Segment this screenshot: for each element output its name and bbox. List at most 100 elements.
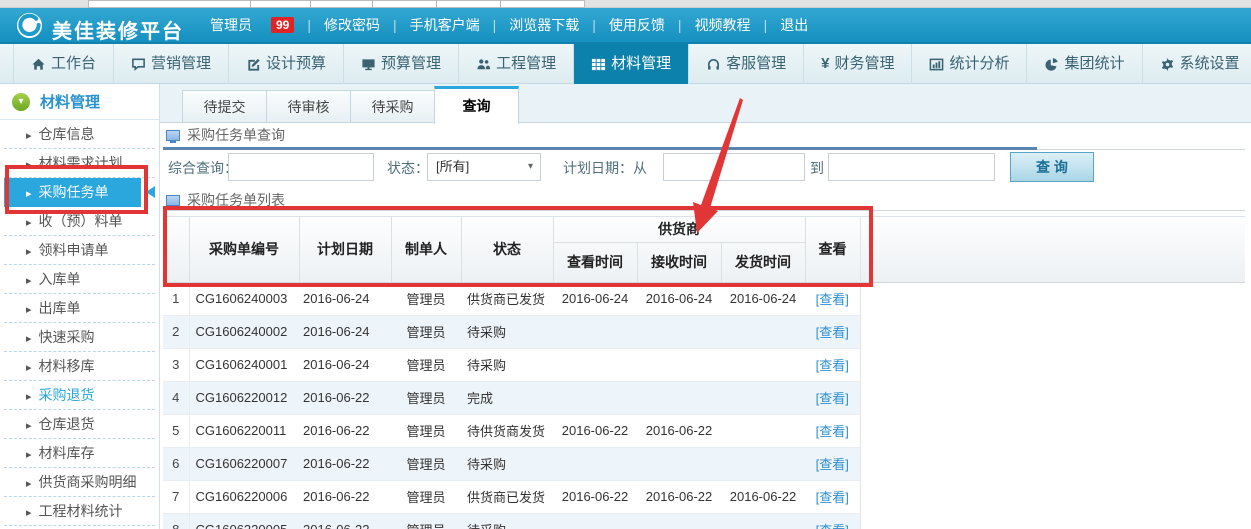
- view-link[interactable]: [查看]: [816, 325, 849, 340]
- sidebar: ▾ 材料管理 ▸仓库信息▸材料需求计划▸采购任务单▸收（预）料单▸领料申请单▸入…: [0, 84, 160, 529]
- cell-ship-time: [721, 447, 805, 480]
- view-link[interactable]: [查看]: [816, 358, 849, 373]
- headset-icon: [706, 57, 721, 72]
- sidebar-item-label: 供货商采购明细: [39, 474, 137, 490]
- view-link[interactable]: [查看]: [816, 457, 849, 472]
- status-label: 状态：: [387, 158, 429, 178]
- view-link[interactable]: [查看]: [816, 391, 849, 406]
- tab-pending-review[interactable]: 待审核: [266, 90, 351, 123]
- nav-item-label: 系统设置: [1180, 44, 1240, 84]
- monitor-icon: [361, 57, 376, 72]
- browser-tick: [500, 0, 501, 8]
- nav-item-engineering[interactable]: 工程管理: [459, 44, 574, 84]
- topbar-link[interactable]: 修改密码: [324, 15, 380, 35]
- sidebar-item-label: 仓库退货: [39, 416, 95, 432]
- nav-item-design-budget[interactable]: 设计预算: [229, 44, 344, 84]
- sidebar-item-label: 仓库信息: [39, 126, 95, 142]
- cell-view-time: [553, 315, 637, 348]
- cell-action: [查看]: [805, 447, 860, 480]
- cell-view-time: 2016-06-22: [553, 414, 637, 447]
- status-select[interactable]: [所有] ▾: [427, 153, 541, 181]
- col-code: 采购单编号: [189, 216, 299, 282]
- sidebar-item-warehouse-info[interactable]: ▸仓库信息: [4, 120, 155, 149]
- date-from-input[interactable]: [663, 153, 805, 181]
- topbar-link[interactable]: 手机客户端: [410, 15, 480, 35]
- sidebar-item-supplier-purchase-detail[interactable]: ▸ 供货商采购明细: [4, 468, 155, 497]
- nav-item-materials[interactable]: 材料管理: [574, 44, 689, 84]
- cell-view-time: 2016-06-22: [553, 480, 637, 513]
- topbar-link[interactable]: 退出: [780, 15, 808, 35]
- tab-pending-purchase[interactable]: 待采购: [350, 90, 435, 123]
- tab-pending-submit[interactable]: 待提交: [182, 90, 267, 123]
- nav-item-label: 预算管理: [381, 44, 441, 84]
- cell-maker: 管理员: [391, 480, 461, 513]
- date-to-input[interactable]: [828, 153, 995, 181]
- search-button[interactable]: 查 询: [1010, 152, 1094, 182]
- list-underline: [163, 210, 1245, 211]
- sidebar-header[interactable]: ▾ 材料管理: [0, 84, 159, 120]
- sidebar-item-purchase-task[interactable]: ▸采购任务单: [4, 178, 141, 207]
- bullet-icon: ▸: [26, 362, 32, 374]
- sidebar-item-material-request[interactable]: ▸领料申请单: [4, 236, 155, 265]
- cell-maker: 管理员: [391, 414, 461, 447]
- nav-item-workbench[interactable]: 工作台: [13, 44, 114, 84]
- grid-icon: [591, 57, 606, 72]
- sidebar-item-quick-purchase[interactable]: ▸快速采购: [4, 323, 155, 352]
- pie-icon: [1044, 57, 1059, 72]
- nav-item-group-stats[interactable]: 集团统计: [1027, 44, 1142, 84]
- nav-item-statistics[interactable]: 统计分析: [912, 44, 1027, 84]
- sidebar-item-receive-material[interactable]: ▸收（预）料单: [4, 207, 155, 236]
- view-link[interactable]: [查看]: [816, 292, 849, 307]
- sidebar-item-outbound[interactable]: ▸出库单: [4, 294, 155, 323]
- topbar-link[interactable]: 使用反馈: [609, 15, 665, 35]
- topbar-links: 管理员99 |修改密码|手机客户端|浏览器下载|使用反馈|视频教程|退出: [210, 8, 808, 42]
- cell-status: 待采购: [461, 513, 553, 529]
- cell-code: CG1606240001: [189, 348, 299, 381]
- sidebar-item-warehouse-return[interactable]: ▸仓库退货: [4, 410, 155, 439]
- bullet-icon: ▸: [26, 304, 32, 316]
- sidebar-item-material-transfer[interactable]: ▸材料移库: [4, 352, 155, 381]
- status-select-value: [所有]: [436, 159, 469, 174]
- section-underline: [163, 147, 1037, 150]
- cell-code: CG1606220006: [189, 480, 299, 513]
- edit-icon: [246, 57, 261, 72]
- cell-view-time: 2016-06-24: [553, 282, 637, 315]
- sidebar-item-label: 入库单: [39, 271, 81, 287]
- view-link[interactable]: [查看]: [816, 490, 849, 505]
- cell-plan-date: 2016-06-22: [299, 447, 391, 480]
- user-label[interactable]: 管理员: [210, 15, 252, 35]
- nav-item-customer-service[interactable]: 客服管理: [689, 44, 804, 84]
- cell-status: 供货商已发货: [461, 282, 553, 315]
- cell-ship-time: 2016-06-24: [721, 282, 805, 315]
- sidebar-item-label: 采购任务单: [39, 184, 109, 200]
- view-link[interactable]: [查看]: [816, 523, 849, 529]
- tab-query[interactable]: 查询: [434, 86, 519, 124]
- notification-badge: 99: [271, 17, 294, 33]
- cell-maker: 管理员: [391, 513, 461, 529]
- gear-icon: [1160, 57, 1175, 72]
- cell-action: [查看]: [805, 513, 860, 529]
- bullet-icon: ▸: [26, 478, 32, 490]
- nav-item-marketing[interactable]: 营销管理: [114, 44, 229, 84]
- sidebar-item-inbound[interactable]: ▸ 入库单: [4, 265, 155, 294]
- topbar-link[interactable]: 浏览器下载: [509, 15, 579, 35]
- nav-item-finance[interactable]: ¥财务管理: [804, 44, 912, 84]
- cell-action: [查看]: [805, 315, 860, 348]
- sidebar-item-project-material-stats[interactable]: ▸工程材料统计: [4, 497, 155, 526]
- sidebar-item-label: 快速采购: [39, 329, 95, 345]
- keyword-input[interactable]: [228, 153, 374, 181]
- nav-item-settings[interactable]: 系统设置: [1143, 44, 1251, 84]
- sidebar-item-material-demand-plan[interactable]: ▸材料需求计划: [4, 149, 155, 178]
- view-link[interactable]: [查看]: [816, 424, 849, 439]
- query-section-header: 采购任务单查询: [166, 125, 285, 145]
- bullet-icon: ▸: [26, 275, 32, 287]
- cell-action: [查看]: [805, 381, 860, 414]
- sidebar-item-material-stock[interactable]: ▸材料库存: [4, 439, 155, 468]
- nav-item-budget[interactable]: 预算管理: [344, 44, 459, 84]
- topbar-link[interactable]: 视频教程: [695, 15, 751, 35]
- col-date: 计划日期: [299, 216, 391, 282]
- cell-row-num: 3: [163, 348, 189, 381]
- nav-item-label: 集团统计: [1064, 44, 1124, 84]
- cell-receive-time: [637, 447, 721, 480]
- sidebar-item-purchase-return[interactable]: ▸采购退货: [4, 381, 155, 410]
